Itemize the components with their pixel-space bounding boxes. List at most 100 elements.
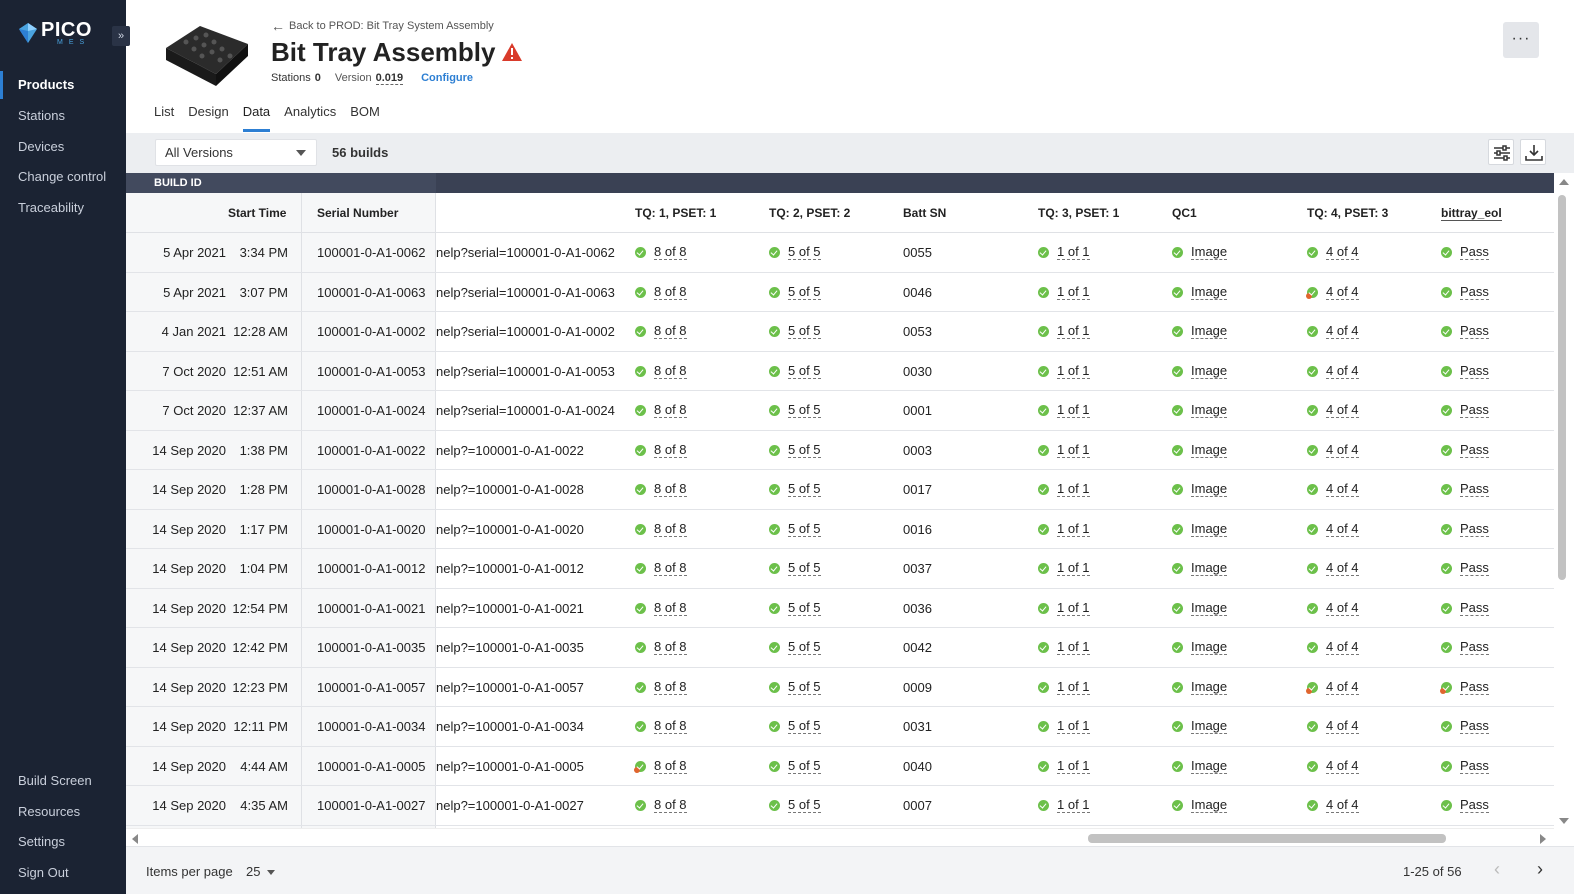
tq4-status[interactable]: 4 of 4 (1307, 352, 1359, 391)
tq1-status[interactable]: 8 of 8 (635, 352, 687, 391)
tab-list[interactable]: List (154, 100, 174, 132)
scroll-down-icon[interactable] (1559, 818, 1569, 824)
tq3-status[interactable]: 1 of 1 (1038, 786, 1090, 825)
table-row[interactable]: 14 Sep 2020 12:11 PM 100001-0-A1-0034 nelp?… (126, 707, 1554, 747)
configure-link[interactable]: Configure (421, 72, 473, 84)
table-row[interactable]: 14 Sep 2020 1:28 PM 100001-0-A1-0028 nelp?=… (126, 470, 1554, 510)
tq4-status[interactable]: 4 of 4 (1307, 549, 1359, 588)
sidebar-item-resources[interactable]: Resources (0, 798, 126, 826)
tq3-status[interactable]: 1 of 1 (1038, 431, 1090, 470)
tq4-status[interactable]: 4 of 4 (1307, 628, 1359, 667)
tq2-status[interactable]: 5 of 5 (769, 747, 821, 786)
serial-number[interactable]: 100001-0-A1-0020 (317, 510, 425, 549)
serial-number[interactable]: 100001-0-A1-0035 (317, 628, 425, 667)
serial-number[interactable]: 100001-0-A1-0053 (317, 352, 425, 391)
next-page-button[interactable]: › (1537, 859, 1543, 880)
qc1-status[interactable]: Image (1172, 786, 1228, 825)
qc1-status[interactable]: Image (1172, 273, 1228, 312)
sidebar-item-traceability[interactable]: Traceability (0, 194, 126, 222)
back-link[interactable]: ← Back to PROD: Bit Tray System Assembly (271, 18, 494, 34)
vertical-scrollbar[interactable] (1554, 173, 1574, 828)
tq4-status[interactable]: 4 of 4 (1307, 391, 1359, 430)
serial-number[interactable]: 100001-0-A1-0012 (317, 549, 425, 588)
serial-number[interactable]: 100001-0-A1-0022 (317, 431, 425, 470)
tq1-status[interactable]: 8 of 8 (635, 273, 687, 312)
table-row[interactable]: 14 Sep 2020 12:42 PM 100001-0-A1-0035 nelp?… (126, 628, 1554, 668)
column-header-tq4[interactable]: TQ: 4, PSET: 3 (1307, 193, 1388, 233)
tq2-status[interactable]: 5 of 5 (769, 549, 821, 588)
column-header-bittray-eol[interactable]: bittray_eol (1441, 193, 1502, 233)
build-url[interactable]: nelp?=100001-0-A1-0005 (436, 747, 616, 786)
serial-number[interactable]: 100001-0-A1-0027 (317, 786, 425, 825)
serial-number[interactable]: 100001-0-A1-0034 (317, 707, 425, 746)
tq4-status[interactable]: 4 of 4 (1307, 431, 1359, 470)
tq2-status[interactable]: 5 of 5 (769, 352, 821, 391)
sidebar-item-devices[interactable]: Devices (0, 133, 126, 161)
tq2-status[interactable]: 5 of 5 (769, 431, 821, 470)
table-row[interactable]: 14 Sep 2020 1:17 PM 100001-0-A1-0020 nelp?=… (126, 510, 1554, 549)
tq3-status[interactable]: 1 of 1 (1038, 352, 1090, 391)
tq1-status[interactable]: 8 of 8 (635, 312, 687, 351)
column-settings-button[interactable] (1488, 139, 1514, 165)
tq1-status[interactable]: 8 of 8 (635, 391, 687, 430)
version-value[interactable]: 0.019 (375, 72, 404, 85)
serial-number[interactable]: 100001-0-A1-0002 (317, 312, 425, 351)
table-row[interactable]: 14 Sep 2020 1:04 PM 100001-0-A1-0012 nelp?=… (126, 549, 1554, 589)
qc1-status[interactable]: Image (1172, 747, 1228, 786)
tq2-status[interactable]: 5 of 5 (769, 391, 821, 430)
eol-status[interactable]: Pass (1441, 510, 1489, 549)
scroll-right-icon[interactable] (1540, 834, 1546, 844)
serial-number[interactable]: 100001-0-A1-0028 (317, 470, 425, 509)
qc1-status[interactable]: Image (1172, 668, 1228, 707)
column-header-tq2[interactable]: TQ: 2, PSET: 2 (769, 193, 850, 233)
table-row[interactable]: 7 Oct 2020 12:37 AM 100001-0-A1-0024 nelp?s… (126, 391, 1554, 431)
build-url[interactable]: nelp?=100001-0-A1-0021 (436, 589, 616, 628)
qc1-status[interactable]: Image (1172, 391, 1228, 430)
eol-status[interactable]: Pass (1441, 273, 1489, 312)
tq4-status[interactable]: 4 of 4 (1306, 668, 1359, 707)
tq3-status[interactable]: 1 of 1 (1038, 470, 1090, 509)
table-row[interactable]: 14 Sep 2020 1:38 PM 100001-0-A1-0022 nelp?=… (126, 431, 1554, 470)
build-url[interactable]: nelp?=100001-0-A1-0028 (436, 470, 616, 509)
build-url[interactable]: nelp?=100001-0-A1-0022 (436, 431, 616, 470)
tq3-status[interactable]: 1 of 1 (1038, 510, 1090, 549)
version-select[interactable]: All Versions (155, 139, 317, 166)
tq4-status[interactable]: 4 of 4 (1307, 312, 1359, 351)
table-row[interactable]: 14 Sep 2020 4:44 AM 100001-0-A1-0005 nelp?=… (126, 747, 1554, 786)
table-row[interactable]: 5 Apr 2021 3:07 PM 100001-0-A1-0063 nelp?se… (126, 273, 1554, 312)
table-row[interactable]: 5 Apr 2021 3:34 PM 100001-0-A1-0062 nelp?se… (126, 233, 1554, 273)
tq1-status[interactable]: 8 of 8 (635, 589, 687, 628)
tab-data[interactable]: Data (242, 100, 271, 132)
serial-number[interactable]: 100001-0-A1-0062 (317, 233, 425, 272)
tq4-status[interactable]: 4 of 4 (1307, 707, 1359, 746)
tq4-status[interactable]: 4 of 4 (1306, 273, 1359, 312)
tq3-status[interactable]: 1 of 1 (1038, 707, 1090, 746)
tq3-status[interactable]: 1 of 1 (1038, 233, 1090, 272)
column-header-batt-sn[interactable]: Batt SN (903, 193, 946, 233)
tq1-status[interactable]: 8 of 8 (635, 707, 687, 746)
tq2-status[interactable]: 5 of 5 (769, 312, 821, 351)
column-header-tq3[interactable]: TQ: 3, PSET: 1 (1038, 193, 1119, 233)
sidebar-item-stations[interactable]: Stations (0, 102, 126, 130)
build-url[interactable]: nelp?serial=100001-0-A1-0063 (436, 273, 616, 312)
vertical-scroll-thumb[interactable] (1558, 195, 1566, 580)
tq1-status[interactable]: 8 of 8 (634, 747, 687, 786)
build-url[interactable]: nelp?=100001-0-A1-0035 (436, 628, 616, 667)
table-row[interactable]: 14 Sep 2020 4:35 AM 100001-0-A1-0027 nelp?=… (126, 786, 1554, 826)
serial-number[interactable]: 100001-0-A1-0024 (317, 391, 425, 430)
tq1-status[interactable]: 8 of 8 (635, 549, 687, 588)
build-url[interactable]: nelp?serial=100001-0-A1-0053 (436, 352, 616, 391)
tq2-status[interactable]: 5 of 5 (769, 707, 821, 746)
qc1-status[interactable]: Image (1172, 510, 1228, 549)
tq3-status[interactable]: 1 of 1 (1038, 668, 1090, 707)
build-url[interactable]: nelp?serial=100001-0-A1-0024 (436, 391, 616, 430)
tq1-status[interactable]: 8 of 8 (635, 786, 687, 825)
caret-down-icon[interactable] (267, 870, 275, 875)
table-row[interactable]: 4 Jan 2021 12:28 AM 100001-0-A1-0002 nelp?s… (126, 312, 1554, 352)
column-header-qc1[interactable]: QC1 (1172, 193, 1197, 233)
qc1-status[interactable]: Image (1172, 312, 1228, 351)
scroll-up-icon[interactable] (1559, 179, 1569, 185)
qc1-status[interactable]: Image (1172, 352, 1228, 391)
tq1-status[interactable]: 8 of 8 (635, 510, 687, 549)
tq2-status[interactable]: 5 of 5 (769, 668, 821, 707)
